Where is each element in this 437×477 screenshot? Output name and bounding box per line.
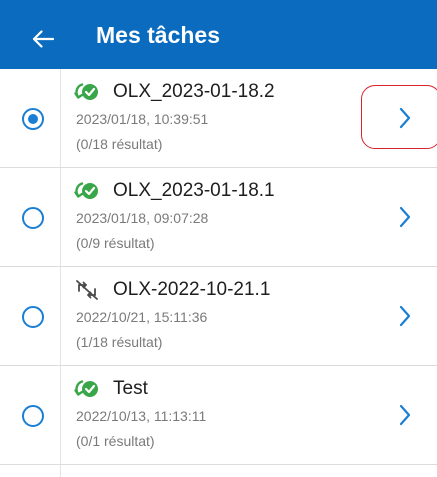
sync-success-icon bbox=[74, 182, 98, 199]
column-divider bbox=[60, 465, 61, 477]
task-name: OLX_2023-01-18.1 bbox=[113, 180, 275, 201]
column-divider bbox=[60, 366, 61, 464]
sync-success-icon bbox=[74, 83, 98, 100]
page-title: Mes tâches bbox=[96, 22, 221, 48]
column-divider bbox=[60, 168, 61, 266]
task-row[interactable]: OLX_2023-01-18.1 2023/01/18, 09:07:28 (0… bbox=[0, 168, 437, 267]
chevron-right-icon bbox=[399, 107, 411, 129]
task-name: Test bbox=[113, 378, 148, 399]
open-task-button[interactable] bbox=[394, 204, 416, 230]
task-row[interactable]: Test 2022/10/13, 11:13:11 (0/1 résultat) bbox=[0, 366, 437, 465]
task-select-radio[interactable] bbox=[22, 405, 44, 427]
task-row[interactable]: OLX_2023-01-18.2 2023/01/18, 10:39:51 (0… bbox=[0, 69, 437, 168]
chevron-right-icon bbox=[399, 206, 411, 228]
sync-disabled-icon bbox=[76, 280, 98, 300]
column-divider bbox=[60, 267, 61, 365]
task-date: 2022/10/13, 11:13:11 bbox=[76, 408, 207, 424]
task-name: OLX_2023-01-18.2 bbox=[113, 81, 275, 102]
task-date: 2023/01/18, 09:07:28 bbox=[76, 210, 209, 226]
task-select-radio[interactable] bbox=[22, 306, 44, 328]
sync-success-icon bbox=[74, 380, 98, 397]
task-result-count: (0/18 résultat) bbox=[76, 136, 163, 152]
chevron-right-icon bbox=[399, 305, 411, 327]
column-divider bbox=[60, 69, 61, 167]
task-row[interactable]: OLX-2022-10-21.1 2022/10/21, 15:11:36 (1… bbox=[0, 267, 437, 366]
my-tasks-screen: Mes tâches OLX_2023-01-18.2 2023/01/18, … bbox=[0, 0, 437, 477]
task-date: 2022/10/21, 15:11:36 bbox=[76, 309, 208, 325]
task-name: OLX-2022-10-21.1 bbox=[113, 279, 271, 300]
task-row-partial[interactable] bbox=[0, 465, 437, 477]
task-result-count: (0/1 résultat) bbox=[76, 433, 155, 449]
arrow-left-icon bbox=[32, 30, 54, 48]
task-select-radio-checked[interactable] bbox=[22, 108, 44, 130]
open-task-button[interactable] bbox=[394, 303, 416, 329]
task-result-count: (0/9 résultat) bbox=[76, 235, 155, 251]
app-header: Mes tâches bbox=[0, 0, 437, 69]
task-date: 2023/01/18, 10:39:51 bbox=[76, 111, 209, 127]
task-list: OLX_2023-01-18.2 2023/01/18, 10:39:51 (0… bbox=[0, 69, 437, 477]
open-task-button[interactable] bbox=[394, 105, 416, 131]
chevron-right-icon bbox=[399, 404, 411, 426]
back-button[interactable] bbox=[26, 22, 60, 56]
open-task-button[interactable] bbox=[394, 402, 416, 428]
task-select-radio[interactable] bbox=[22, 207, 44, 229]
task-result-count: (1/18 résultat) bbox=[76, 334, 163, 350]
